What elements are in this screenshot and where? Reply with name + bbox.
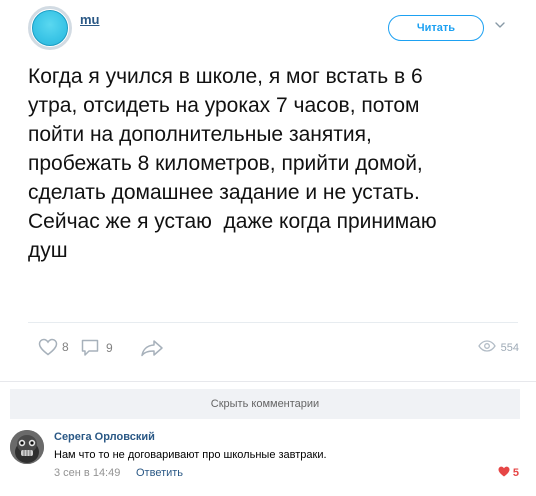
tweet-avatar[interactable]	[28, 6, 72, 50]
heart-icon	[38, 338, 58, 356]
commenter-name[interactable]: Серега Орловский	[54, 431, 155, 443]
avatar-image	[32, 10, 68, 46]
comment-like-button[interactable]: 5	[498, 466, 519, 480]
comment-count: 9	[106, 340, 113, 355]
share-icon	[140, 339, 164, 357]
like-action[interactable]: 8	[38, 338, 69, 356]
follow-button[interactable]: Читать	[388, 15, 484, 41]
commenter-avatar[interactable]	[10, 430, 44, 464]
comment-text: Нам что то не договаривают про школьные …	[54, 449, 327, 461]
comment-date[interactable]: 3 сен в 14:49	[54, 467, 120, 479]
eye-icon	[477, 340, 496, 355]
divider	[28, 322, 518, 323]
divider	[0, 381, 536, 382]
hide-comments-button[interactable]: Скрыть комментарии	[10, 389, 520, 419]
heart-icon	[498, 466, 510, 480]
views-count: 554	[500, 341, 519, 354]
comment-action[interactable]: 9	[80, 338, 113, 357]
tweet-author[interactable]: mu	[80, 12, 100, 27]
share-action[interactable]	[140, 339, 164, 357]
views-counter: 554	[477, 340, 519, 355]
reply-link[interactable]: Ответить	[136, 467, 183, 479]
comment-icon	[80, 338, 100, 357]
comment-like-count: 5	[512, 467, 519, 479]
chevron-down-icon[interactable]	[493, 18, 507, 32]
tweet-text: Когда я учился в школе, я мог встать в 6…	[28, 65, 437, 262]
like-count: 8	[62, 340, 69, 354]
